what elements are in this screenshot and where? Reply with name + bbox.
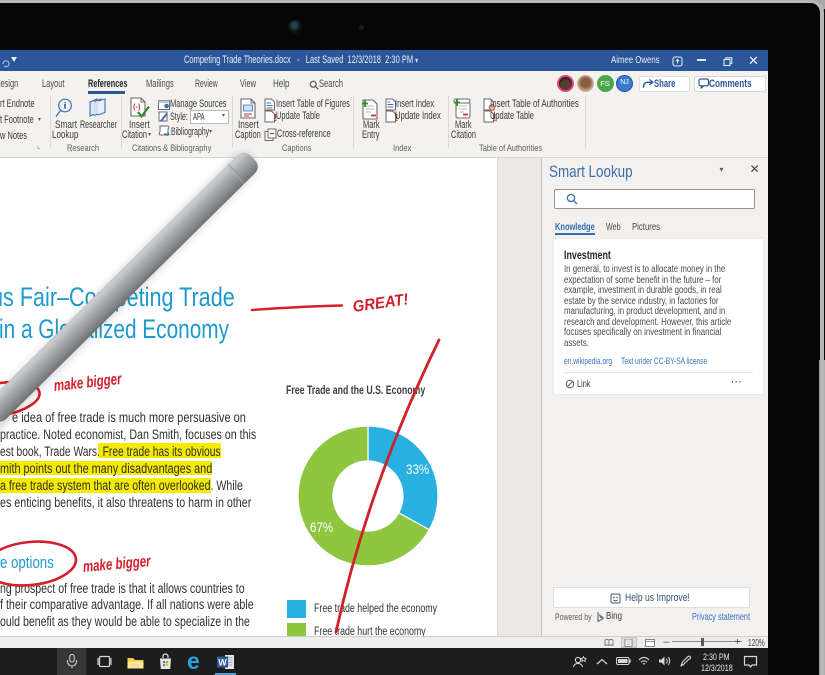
svg-text:(-): (-) [133, 102, 141, 111]
svg-text:W: W [218, 657, 227, 667]
